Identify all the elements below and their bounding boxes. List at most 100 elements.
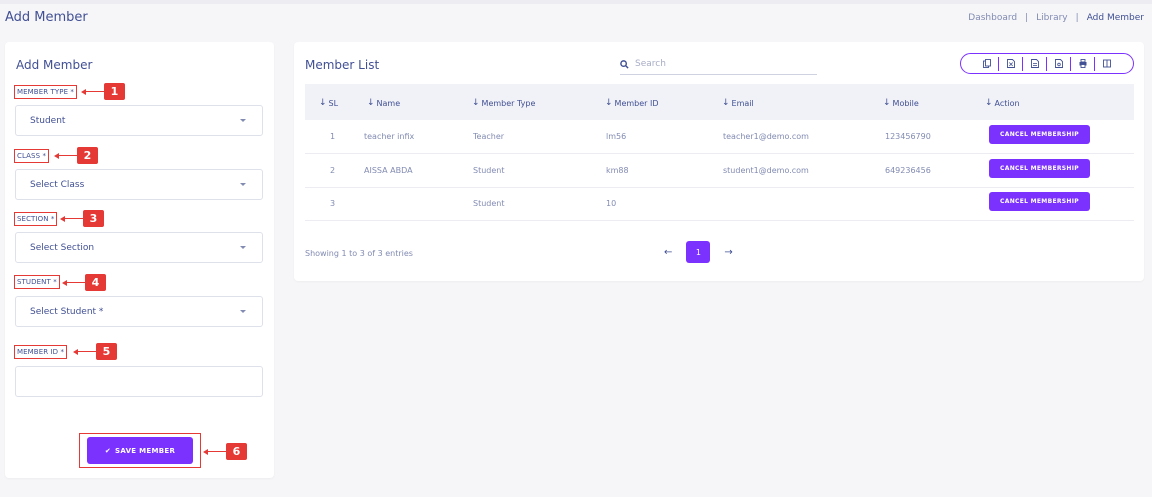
callout-6: 6 xyxy=(203,443,247,460)
column-label: Member ID xyxy=(614,98,659,108)
column-label: Action xyxy=(994,98,1020,108)
printer-icon xyxy=(1079,59,1086,68)
top-bar xyxy=(0,0,1152,4)
excel-button[interactable] xyxy=(999,56,1023,71)
column-label: Mobile xyxy=(892,98,919,108)
columns-icon xyxy=(1103,59,1111,68)
column-email[interactable]: ↓ Email xyxy=(722,98,754,108)
copy-button[interactable] xyxy=(975,56,999,71)
page-button-current[interactable]: 1 xyxy=(686,241,711,263)
cell-name: AISSA ABDA xyxy=(364,166,413,175)
callout-number: 5 xyxy=(96,343,117,360)
student-select[interactable]: Select Student * xyxy=(15,296,263,327)
section-label: SECTION * xyxy=(14,212,58,226)
sort-arrow-icon: ↓ xyxy=(605,98,613,108)
pdf-button[interactable] xyxy=(1047,56,1071,71)
chevron-down-icon xyxy=(240,119,246,122)
csv-file-icon xyxy=(1030,59,1039,68)
callout-4: 4 xyxy=(62,274,106,291)
column-label: Member Type xyxy=(481,98,536,108)
callout-number: 6 xyxy=(226,443,247,460)
member-id-input[interactable] xyxy=(15,366,263,397)
column-action[interactable]: ↓ Action xyxy=(985,98,1020,108)
columns-button[interactable] xyxy=(1095,57,1119,71)
cell-member-type: Student xyxy=(473,166,505,175)
student-value: Select Student * xyxy=(30,306,104,317)
sort-arrow-icon: ↓ xyxy=(722,98,730,108)
page-title: Add Member xyxy=(5,10,88,25)
csv-button[interactable] xyxy=(1023,56,1047,71)
column-label: SL xyxy=(328,98,339,108)
cell-mobile: 123456790 xyxy=(885,132,931,141)
column-member-id[interactable]: ↓ Member ID xyxy=(605,98,659,108)
cell-member-id: 10 xyxy=(606,199,617,208)
callout-number: 1 xyxy=(104,83,125,100)
chevron-down-icon xyxy=(240,183,246,186)
pagination: ← 1 → xyxy=(664,241,733,263)
breadcrumb-current: Add Member xyxy=(1086,13,1144,23)
class-value: Select Class xyxy=(30,179,85,190)
arrow-left-icon[interactable]: ← xyxy=(664,247,672,258)
arrow-right-icon[interactable]: → xyxy=(724,247,732,258)
table-row: 1 teacher infix Teacher lm56 teacher1@de… xyxy=(305,120,1134,154)
cell-member-id: km88 xyxy=(606,166,629,175)
section-value: Select Section xyxy=(30,242,95,253)
cell-sl: 1 xyxy=(330,132,336,141)
breadcrumb-library[interactable]: Library xyxy=(1036,13,1067,23)
cell-member-id: lm56 xyxy=(606,132,627,141)
chevron-down-icon xyxy=(240,246,246,249)
section-select[interactable]: Select Section xyxy=(15,232,263,263)
cell-member-type: Teacher xyxy=(473,132,505,141)
column-mobile[interactable]: ↓ Mobile xyxy=(883,98,919,108)
pdf-file-icon xyxy=(1054,59,1063,68)
search-icon xyxy=(620,59,629,69)
entries-info: Showing 1 to 3 of 3 entries xyxy=(305,249,413,258)
cell-sl: 2 xyxy=(330,166,336,175)
sort-arrow-icon: ↓ xyxy=(883,98,891,108)
search-box[interactable]: Search xyxy=(620,54,817,75)
print-button[interactable] xyxy=(1071,56,1095,71)
callout-number: 2 xyxy=(77,147,98,164)
member-type-label: MEMBER TYPE * xyxy=(14,85,78,99)
column-name[interactable]: ↓ Name xyxy=(367,98,400,108)
table-row: 2 AISSA ABDA Student km88 student1@demo.… xyxy=(305,154,1134,188)
column-sl[interactable]: ↓ SL xyxy=(319,98,338,108)
callout-5: 5 xyxy=(73,343,117,360)
sort-arrow-icon: ↓ xyxy=(319,98,327,108)
table-header: ↓ SL ↓ Name ↓ Member Type ↓ Member ID ↓ Email… xyxy=(305,84,1134,120)
cell-mobile: 649236456 xyxy=(885,166,931,175)
callout-1: 1 xyxy=(81,83,125,100)
sort-arrow-icon: ↓ xyxy=(472,98,480,108)
student-label: STUDENT * xyxy=(14,275,60,289)
member-list-card: Member List Search ↓ SL ↓ Name ↓ Member Typ… xyxy=(294,42,1144,281)
callout-number: 4 xyxy=(85,274,106,291)
save-member-label: SAVE MEMBER xyxy=(115,446,176,455)
add-member-form: Add Member MEMBER TYPE * 1 Student CLASS… xyxy=(5,42,274,478)
cell-email: student1@demo.com xyxy=(723,166,809,175)
sort-arrow-icon: ↓ xyxy=(367,98,375,108)
column-member-type[interactable]: ↓ Member Type xyxy=(472,98,535,108)
column-label: Name xyxy=(376,98,401,108)
copy-icon xyxy=(982,59,991,68)
cell-email: teacher1@demo.com xyxy=(723,132,809,141)
member-type-select[interactable]: Student xyxy=(15,105,263,136)
breadcrumb-dashboard[interactable]: Dashboard xyxy=(968,13,1017,23)
class-select[interactable]: Select Class xyxy=(15,169,263,200)
cancel-membership-button[interactable]: CANCEL MEMBERSHIP xyxy=(989,192,1090,211)
sort-arrow-icon: ↓ xyxy=(985,98,993,108)
class-label: CLASS * xyxy=(14,149,50,163)
export-buttons xyxy=(960,53,1134,74)
list-title: Member List xyxy=(305,58,380,72)
breadcrumb-separator: | xyxy=(1075,13,1079,23)
chevron-down-icon xyxy=(240,310,246,313)
cancel-membership-button[interactable]: CANCEL MEMBERSHIP xyxy=(989,125,1090,144)
search-placeholder: Search xyxy=(635,59,666,69)
cancel-membership-button[interactable]: CANCEL MEMBERSHIP xyxy=(989,159,1090,178)
form-title: Add Member xyxy=(16,58,93,72)
column-label: Email xyxy=(731,98,754,108)
breadcrumb-separator: | xyxy=(1025,13,1029,23)
excel-file-icon xyxy=(1006,59,1015,68)
save-member-button[interactable]: ✔ SAVE MEMBER xyxy=(87,437,193,464)
callout-2: 2 xyxy=(54,147,98,164)
member-id-label: MEMBER ID * xyxy=(14,345,68,359)
